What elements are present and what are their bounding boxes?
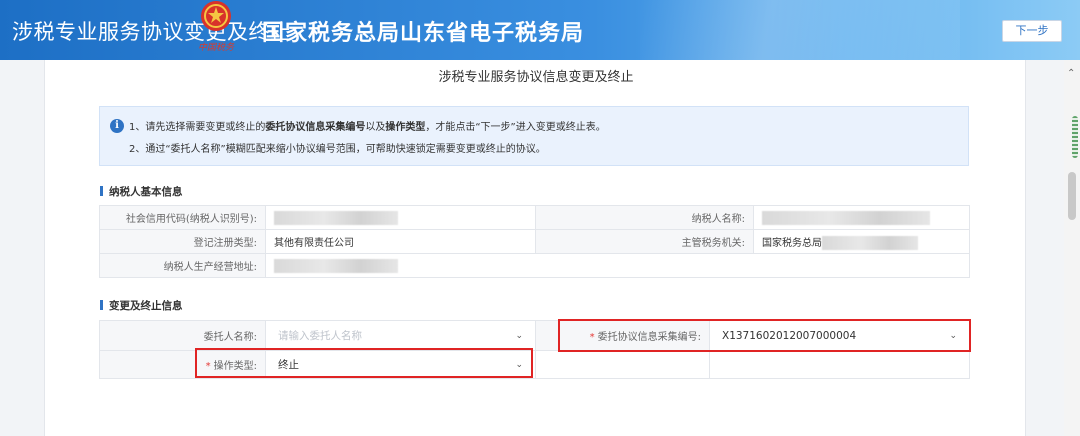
notice-box: i 1、请先选择需要变更或终止的委托协议信息采集编号以及操作类型，才能点击“下一… bbox=[99, 106, 969, 166]
side-grip bbox=[1072, 116, 1078, 158]
redacted-value bbox=[762, 210, 930, 225]
notice-text: 1、请先选择需要变更或终止的 bbox=[129, 122, 266, 133]
principal-placeholder: 请输入委托人名称 bbox=[278, 329, 362, 342]
principal-name-label: 委托人名称: bbox=[99, 320, 266, 351]
taxpayer-name-value bbox=[753, 205, 970, 230]
table-row: 社会信用代码(纳税人识别号): 纳税人名称: bbox=[99, 205, 970, 230]
reg-type-label: 登记注册类型: bbox=[99, 229, 266, 254]
highlight-operation-type bbox=[195, 348, 533, 378]
chevron-down-icon[interactable]: ⌄ bbox=[515, 325, 523, 347]
table-row: 登记注册类型: 其他有限责任公司 主管税务机关: 国家税务总局 bbox=[99, 229, 970, 254]
tax-office-value: 国家税务总局 bbox=[753, 229, 970, 254]
tax-office-label: 主管税务机关: bbox=[535, 229, 754, 254]
notice-bold-agreement: 委托协议信息采集编号 bbox=[265, 122, 366, 133]
principal-name-cell: 请输入委托人名称 ⌄ bbox=[265, 320, 536, 351]
bureau-title: 国家税务总局山东省电子税务局 bbox=[262, 21, 585, 46]
credit-code-label: 社会信用代码(纳税人识别号): bbox=[99, 205, 266, 230]
section-title-taxpayer: 纳税人基本信息 bbox=[100, 184, 183, 199]
notice-line-1: 1、请先选择需要变更或终止的委托协议信息采集编号以及操作类型，才能点击“下一步”… bbox=[129, 118, 606, 133]
main-card: 涉税专业服务协议信息变更及终止 i 1、请先选择需要变更或终止的委托协议信息采集… bbox=[44, 60, 1026, 436]
tax-office-prefix: 国家税务总局 bbox=[762, 237, 822, 249]
section-title-change: 变更及终止信息 bbox=[100, 298, 183, 313]
next-step-button[interactable]: 下一步 bbox=[1002, 20, 1062, 42]
section-title-text: 变更及终止信息 bbox=[109, 300, 183, 312]
info-icon: i bbox=[110, 119, 124, 133]
notice-text: 以及 bbox=[365, 122, 386, 133]
scroll-up-icon[interactable]: ⌃ bbox=[1067, 68, 1075, 79]
notice-line-2: 2、通过“委托人名称”模糊匹配来缩小协议编号范围，可帮助快速锁定需要变更或终止的… bbox=[129, 144, 546, 155]
principal-name-input[interactable]: 请输入委托人名称 ⌄ bbox=[274, 325, 527, 347]
reg-type-value: 其他有限责任公司 bbox=[265, 229, 536, 254]
page-title: 涉税专业服务协议信息变更及终止 bbox=[438, 70, 634, 85]
redacted-value bbox=[822, 235, 918, 250]
header-decoration bbox=[640, 0, 960, 60]
address-label: 纳税人生产经营地址: bbox=[99, 253, 266, 278]
notice-bold-operation: 操作类型 bbox=[385, 122, 426, 133]
section-title-text: 纳税人基本信息 bbox=[109, 186, 183, 198]
notice-text: ，才能点击“下一步”进入变更或终止表。 bbox=[425, 122, 606, 133]
highlight-agreement-no bbox=[558, 319, 971, 352]
emblem-caption: 中国税务 bbox=[198, 43, 235, 53]
table-row: 纳税人生产经营地址: bbox=[99, 253, 970, 278]
taxpayer-name-label: 纳税人名称: bbox=[535, 205, 754, 230]
empty-cell bbox=[709, 350, 970, 379]
redacted-value bbox=[274, 210, 398, 225]
credit-code-value bbox=[265, 205, 536, 230]
section-bar bbox=[100, 186, 103, 196]
app-header: 涉税专业服务协议变更及终止 中国税务 国家税务总局山东省电子税务局 下一步 bbox=[0, 0, 1080, 60]
taxpayer-info-table: 社会信用代码(纳税人识别号): 纳税人名称: 登记注册类型: 其他有限责任公司 … bbox=[99, 205, 970, 278]
national-emblem-icon bbox=[201, 1, 231, 31]
scrollbar-thumb[interactable] bbox=[1068, 172, 1076, 220]
section-bar bbox=[100, 300, 103, 310]
empty-cell bbox=[535, 350, 710, 379]
address-value bbox=[265, 253, 970, 278]
redacted-value bbox=[274, 258, 398, 273]
page-name: 涉税专业服务协议变更及终止 bbox=[12, 20, 292, 44]
